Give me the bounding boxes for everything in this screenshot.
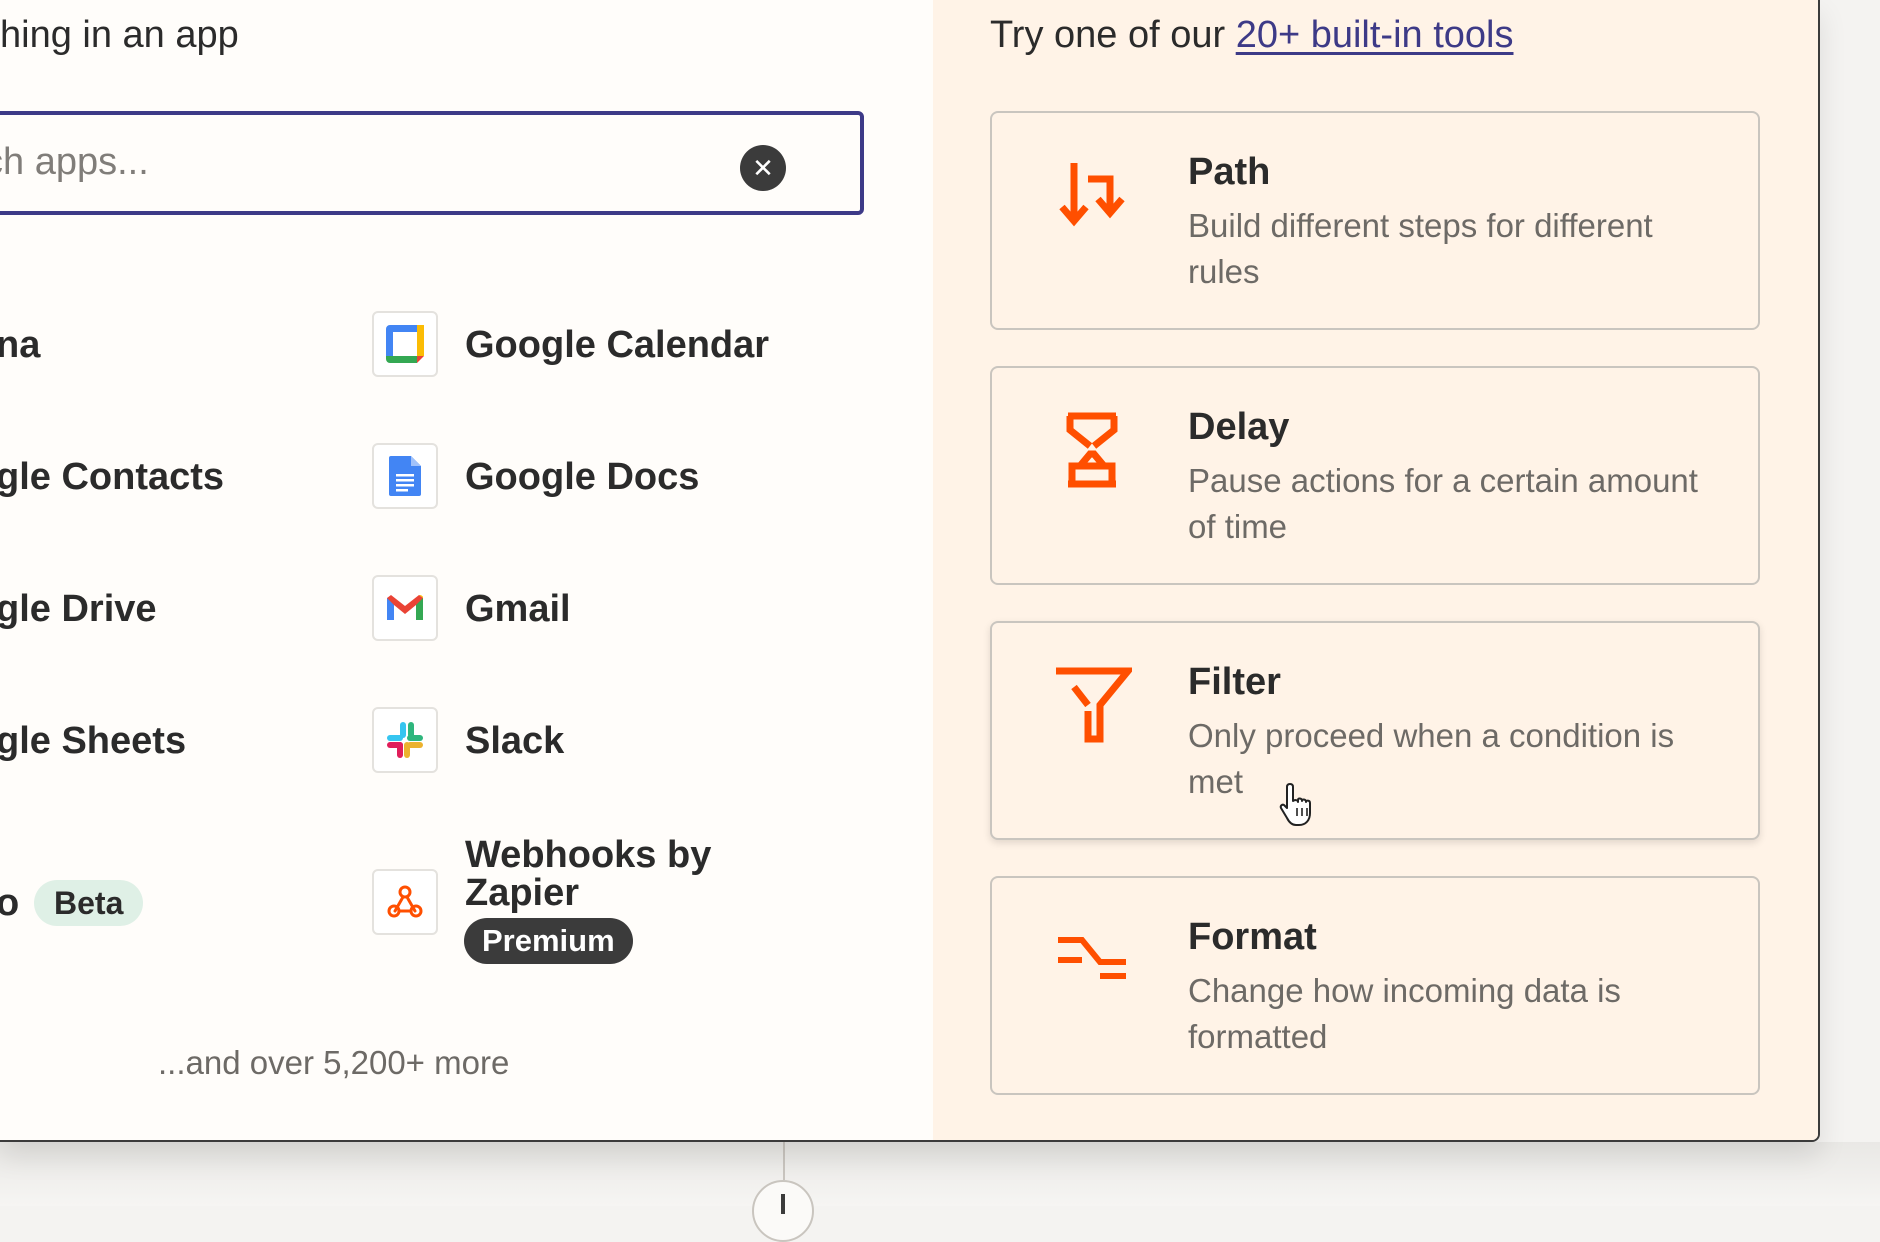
- search-input-value[interactable]: ch apps...: [0, 141, 149, 184]
- gmail-icon[interactable]: [372, 575, 438, 641]
- tool-title: Format: [1188, 916, 1317, 958]
- webhooks-icon[interactable]: [372, 869, 438, 935]
- flow-connector: [783, 1142, 785, 1180]
- tool-description: Build different steps for different rule…: [1188, 207, 1653, 290]
- tool-card-format[interactable]: Format Change how incoming data is forma…: [990, 876, 1760, 1095]
- hourglass-icon: [1066, 412, 1118, 488]
- app-item-slack[interactable]: Slack: [465, 720, 564, 763]
- canvas-background: [0, 1142, 1880, 1206]
- tool-card-delay[interactable]: Delay Pause actions for a certain amount…: [990, 366, 1760, 585]
- tool-title: Filter: [1188, 661, 1281, 703]
- tool-description: Pause actions for a certain amount of ti…: [1188, 462, 1698, 545]
- more-apps-text: ...and over 5,200+ more: [158, 1044, 510, 1081]
- tools-intro: Try one of our 20+ built-in tools: [990, 14, 1514, 57]
- app-item-asana[interactable]: na: [0, 324, 40, 367]
- tool-description: Change how incoming data is formatted: [1188, 972, 1621, 1055]
- app-item-google-drive[interactable]: gle Drive: [0, 588, 157, 631]
- app-item-google-contacts[interactable]: gle Contacts: [0, 456, 224, 499]
- app-item-google-calendar[interactable]: Google Calendar: [465, 324, 769, 367]
- app-item-gmail[interactable]: Gmail: [465, 588, 571, 631]
- tool-title: Delay: [1188, 406, 1290, 448]
- close-icon[interactable]: ✕: [752, 153, 774, 183]
- clear-search-button[interactable]: ✕: [740, 145, 786, 191]
- google-calendar-icon[interactable]: [372, 311, 438, 377]
- app-picker-modal: hing in an app ch apps... ✕ na gle Conta…: [0, 0, 1820, 1142]
- beta-badge: Beta: [34, 880, 144, 926]
- app-list-panel: hing in an app ch apps... ✕ na gle Conta…: [0, 0, 933, 1140]
- tool-card-filter[interactable]: Filter Only proceed when a condition is …: [990, 621, 1760, 840]
- tools-intro-text: Try one of our: [990, 14, 1236, 56]
- app-item-google-sheets[interactable]: gle Sheets: [0, 720, 186, 763]
- tool-description: Only proceed when a condition is met: [1188, 717, 1675, 800]
- app-item-beta-app[interactable]: o: [0, 882, 19, 925]
- app-item-webhooks[interactable]: Webhooks by Zapier: [465, 836, 711, 912]
- premium-badge: Premium: [464, 918, 633, 964]
- format-icon: [1058, 937, 1126, 979]
- app-item-webhooks-line2: Zapier: [465, 872, 580, 914]
- app-item-webhooks-line1: Webhooks by: [465, 834, 712, 876]
- panel-heading: hing in an app: [0, 14, 239, 56]
- filter-icon: [1056, 667, 1132, 743]
- path-icon: [1059, 163, 1125, 227]
- search-input[interactable]: ch apps... ✕: [0, 111, 864, 215]
- google-docs-icon[interactable]: [372, 443, 438, 509]
- built-in-tools-panel: Try one of our 20+ built-in tools Path B…: [933, 0, 1818, 1140]
- app-item-google-docs[interactable]: Google Docs: [465, 456, 699, 499]
- built-in-tools-link[interactable]: 20+ built-in tools: [1236, 14, 1514, 56]
- slack-icon[interactable]: [372, 707, 438, 773]
- add-step-button[interactable]: [752, 1180, 814, 1242]
- tool-card-path[interactable]: Path Build different steps for different…: [990, 111, 1760, 330]
- tool-title: Path: [1188, 151, 1271, 193]
- hand-pointer-cursor-icon: [1279, 783, 1311, 826]
